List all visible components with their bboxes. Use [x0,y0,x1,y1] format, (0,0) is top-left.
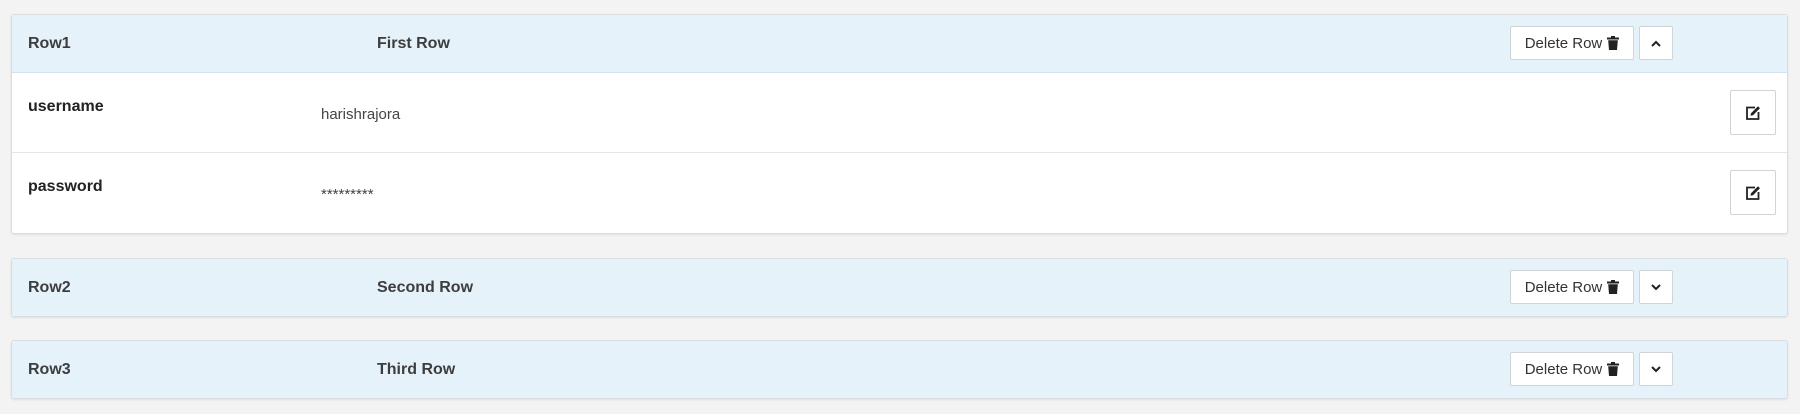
trash-icon [1607,36,1620,50]
field-value: ********* [321,186,374,203]
expand-row-button[interactable] [1639,270,1673,304]
row-id: Row1 [28,35,71,52]
chevron-down-icon [1651,283,1661,291]
field-value: harishrajora [321,106,401,123]
delete-row-label: Delete Row [1524,34,1603,52]
field-label: password [28,178,103,195]
collapse-row-button[interactable] [1639,26,1673,60]
trash-icon [1607,280,1620,294]
delete-row-button[interactable]: Delete Row [1510,270,1634,304]
edit-icon [1745,185,1761,201]
delete-row-label: Delete Row [1524,360,1603,378]
row-name: Third Row [377,361,456,378]
delete-row-button[interactable]: Delete Row [1510,352,1634,386]
row-id: Row2 [28,279,71,296]
row-panel-1: Row1 First Row Delete Row username haris… [11,14,1788,234]
field-row-username: username harishrajora [12,73,1787,153]
row-name: First Row [377,35,450,52]
row-header-3[interactable]: Row3 Third Row Delete Row [12,341,1787,398]
edit-password-button[interactable] [1730,170,1776,215]
row-id: Row3 [28,361,71,378]
row-header-1[interactable]: Row1 First Row Delete Row [12,15,1787,73]
chevron-up-icon [1651,40,1661,47]
row-panel-2: Row2 Second Row Delete Row [11,258,1788,317]
field-label: username [28,98,104,115]
field-row-password: password ********* [12,153,1787,233]
expand-row-button[interactable] [1639,352,1673,386]
delete-row-label: Delete Row [1524,278,1603,296]
trash-icon [1607,362,1620,376]
chevron-down-icon [1651,365,1661,373]
rows-container: Row1 First Row Delete Row username haris… [0,0,1800,414]
row-header-2[interactable]: Row2 Second Row Delete Row [12,259,1787,316]
delete-row-button[interactable]: Delete Row [1510,26,1634,60]
edit-username-button[interactable] [1730,90,1776,135]
edit-icon [1745,105,1761,121]
row-panel-3: Row3 Third Row Delete Row [11,340,1788,399]
row-name: Second Row [377,279,474,296]
